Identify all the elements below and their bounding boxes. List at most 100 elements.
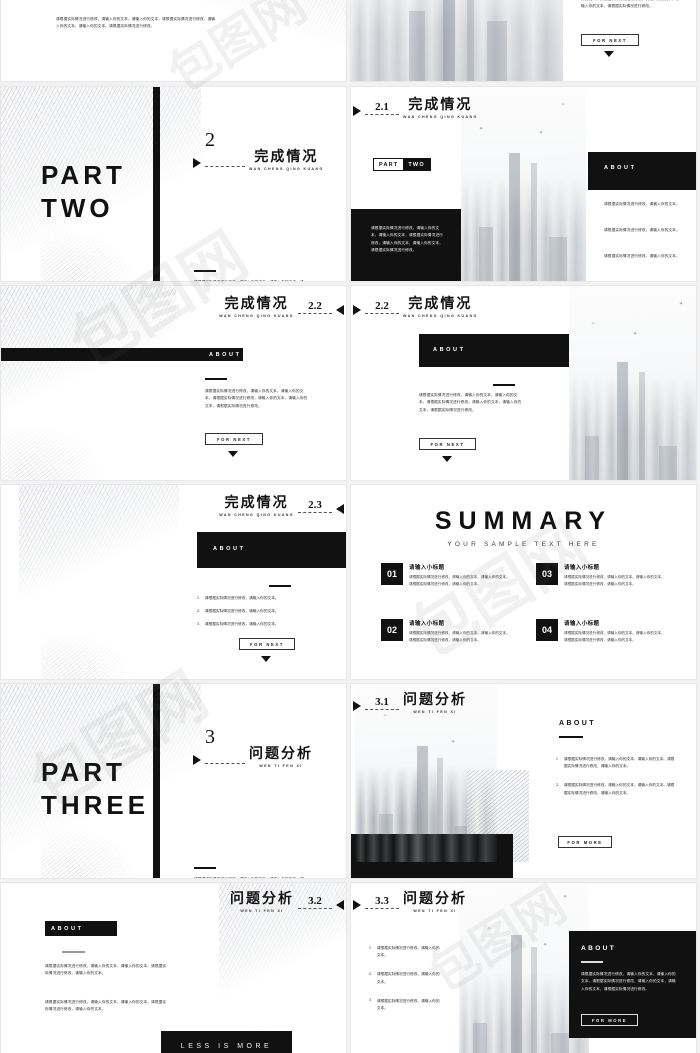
play-triangle-icon (193, 158, 201, 169)
slide-header: 3.3 问题分析 WEN TI FEN XI (353, 891, 467, 913)
dashed-rule (298, 313, 332, 315)
list-item: 3. 请根据实际情况进行修改，请输入你的文本。 (197, 621, 327, 628)
dashed-rule (298, 908, 332, 910)
play-triangle-icon (353, 701, 361, 712)
building-texture-2 (41, 575, 191, 679)
list-text: 请根据实际情况进行修改，请输入你的文本。 (376, 972, 440, 984)
slide-thumbnail[interactable]: PART THREE 3 问题分析 WEN TI FEN XI 请根据实际情况进… (0, 683, 347, 879)
about-header-bar (1, 348, 243, 361)
slide-thumbnail[interactable]: ✧ ✦ ✦ 2.1 完成情况 WAN CHENG QING KUANG PART… (350, 86, 697, 282)
accent-rule (581, 961, 603, 963)
dashed-rule (365, 908, 399, 910)
numbered-list: 1. 请根据实际情况进行修改，请输入你的文本。 2. 请根据实际情况进行修改，请输入… (369, 945, 441, 1018)
header-title-pinyin: WAN CHENG QING KUANG (403, 115, 478, 120)
list-text: 请根据实际情况进行修改，请输入你的文本，请输入你的文本。请根据实际情况进行修改，… (563, 783, 675, 795)
slide-thumbnail[interactable]: 你的文本。请根据实际情况进行修改，请输入你的文本。请输入你的文本，请根据实际情况… (350, 0, 697, 82)
paragraph-2: 请根据实际情况进行修改，请输入你的文本。请输入你的文本，请根据实际情况进行修改，… (56, 17, 216, 29)
header-title-pinyin: WEN TI FEN XI (413, 710, 457, 715)
down-caret-icon (228, 451, 238, 457)
about-label: ABOUT (213, 546, 246, 552)
building-texture-2 (1, 356, 176, 480)
slide-header: 2.2 完成情况 WAN CHENG QING KUANG (353, 296, 478, 318)
accent-rule (205, 378, 227, 380)
slide-thumbnail[interactable]: ✧ ✦ 3.1 问题分析 WEN TI FEN XI ABOUT 1. 请根据实际… (350, 683, 697, 879)
slide-thumbnail[interactable]: 完成情况 WAN CHENG QING KUANG 2.3 ABOUT 1. 请根… (0, 484, 347, 680)
summary-subtitle: YOUR SAMPLE TEXT HERE (447, 541, 600, 548)
part-title-line2: TWO (41, 192, 114, 223)
dark-panel-text: 请根据实际情况进行修改，请输入你的文本，请输入你的文本，请根据实际情况进行修改，… (371, 226, 443, 253)
about-label: ABOUT (604, 165, 637, 171)
summary-card-heading: 请输入小标题 (564, 621, 600, 627)
list-number: 3. (197, 621, 200, 626)
summary-card-heading: 请输入小标题 (564, 565, 600, 571)
part-tag-a: PART (379, 161, 399, 168)
summary-card-number: 04 (536, 619, 558, 641)
list-number: 2. (556, 782, 559, 787)
slide-header: 问题分析 WEN TI FEN XI (193, 746, 313, 768)
play-triangle-icon (336, 504, 344, 515)
slide-thumbnail[interactable]: PART TWO 2 完成情况 WAN CHENG QING KUANG 请根据… (0, 86, 347, 282)
summary-card[interactable]: 04 请输入小标题 请根据实际情况进行修改，请输入你的文本。请输入你的文本。请根… (536, 619, 666, 644)
part-tag: PART TWO (373, 158, 431, 171)
list-item: 2. 请根据实际情况进行修改，请输入你的文本，请输入你的文本。请根据实际情况进行修… (556, 782, 678, 796)
list-number: 1. (369, 945, 372, 950)
for-next-button[interactable]: FOR NEXT (581, 34, 639, 46)
summary-card-heading: 请输入小标题 (409, 565, 445, 571)
header-number: 2.3 (308, 499, 322, 512)
city-photo: ✦ ✦ ✧ (569, 286, 696, 480)
for-more-button[interactable]: FOR MORE (581, 1014, 638, 1026)
slide-header: 问题分析 WEN TI FEN XI 3.2 (230, 891, 344, 913)
list-text: 请根据实际情况进行修改，请输入你的文本。 (204, 596, 279, 600)
header-title-cn: 完成情况 (224, 495, 289, 511)
list-number: 1. (197, 595, 200, 600)
down-caret-icon (442, 456, 452, 462)
about-item-1: 请根据实际情况进行修改，请输入你的文本。 (604, 202, 680, 206)
header-title-pinyin: WEN TI FEN XI (259, 764, 303, 769)
slide-thumbnail[interactable]: 入你的文本。请根据实际情况进行修改。 请根据实际情况进行修改，请输入你的文本。请… (0, 0, 347, 82)
header-number: 3.3 (375, 895, 389, 908)
part-number-title: PART THREE (41, 756, 149, 821)
header-number: 3.2 (308, 895, 322, 908)
slide-thumbnail[interactable]: SUMMARY YOUR SAMPLE TEXT HERE 01 请输入小标题 … (350, 484, 697, 680)
header-title-pinyin: WAN CHENG QING KUANG (219, 513, 294, 518)
summary-card-number: 02 (381, 619, 403, 641)
summary-card[interactable]: 03 请输入小标题 请根据实际情况进行修改，请输入你的文本。请输入你的文本。请根… (536, 563, 666, 588)
about-item-3: 请根据实际情况进行修改，请输入你的文本。 (604, 254, 680, 258)
play-triangle-icon (353, 106, 361, 117)
dashed-rule (205, 763, 245, 765)
building-texture (189, 0, 346, 81)
header-title-cn: 完成情况 (254, 149, 319, 165)
slide-thumbnail[interactable]: ✦ ✦ ✧ 2.2 完成情况 WAN CHENG QING KUANG ABOU… (350, 285, 697, 481)
header-title-cn: 完成情况 (224, 296, 289, 312)
list-item: 1. 请根据实际情况进行修改，请输入你的文本。 (369, 945, 441, 959)
summary-card[interactable]: 02 请输入小标题 请根据实际情况进行修改，请输入你的文本。请输入你的文本。请根… (381, 619, 511, 644)
list-number: 3. (369, 998, 372, 1003)
header-title-pinyin: WAN CHENG QING KUANG (249, 167, 324, 172)
slide-thumbnail-grid: 入你的文本。请根据实际情况进行修改。 请根据实际情况进行修改，请输入你的文本。请… (0, 0, 700, 1053)
play-triangle-icon (336, 305, 344, 316)
for-next-button[interactable]: FOR NEXT (419, 438, 476, 450)
slide-thumbnail[interactable]: 完成情况 WAN CHENG QING KUANG 2.2 ABOUT 请根据实… (0, 285, 347, 481)
slide-header: 2.1 完成情况 WAN CHENG QING KUANG (353, 97, 478, 119)
for-next-button[interactable]: FOR NEXT (205, 433, 263, 445)
for-next-button[interactable]: FOR NEXT (239, 638, 295, 650)
slide-thumbnail[interactable]: ✦ ✧ ✦ 3.3 问题分析 WEN TI FEN XI 1. 请根据实际情况进行… (350, 882, 697, 1053)
part-title-line2: THREE (41, 789, 150, 820)
dashed-rule (365, 114, 399, 116)
about-label: ABOUT (433, 347, 466, 353)
section-body-text: 请根据实际情况进行修改，请输入你的文本，请输入你的文本，请根据实际情况进行修改，… (194, 280, 304, 282)
list-item: 1. 请根据实际情况进行修改，请输入你的文本，请输入你的文本。请根据实际情况进行修… (556, 756, 678, 770)
play-triangle-icon (336, 900, 344, 911)
play-triangle-icon (193, 755, 201, 766)
accent-rule (194, 270, 216, 272)
body-text: 请根据实际情况进行修改，请输入你的文本，请输入你的文本，请根据实际情况进行修改，… (419, 393, 522, 412)
city-photo: ✧ ✦ ✦ (461, 87, 586, 281)
list-text: 请根据实际情况进行修改，请输入你的文本，请输入你的文本。请根据实际情况进行修改，… (563, 757, 675, 769)
slide-header: 完成情况 WAN CHENG QING KUANG 2.2 (219, 296, 344, 318)
summary-card-heading: 请输入小标题 (409, 621, 445, 627)
for-more-button[interactable]: FOR MORE (558, 836, 612, 848)
slide-header: 3.1 问题分析 WEN TI FEN XI (353, 692, 467, 714)
summary-card[interactable]: 01 请输入小标题 请根据实际情况进行修改，请输入你的文本。请输入你的文本。请根… (381, 563, 511, 588)
header-title-cn: 问题分析 (403, 692, 467, 708)
slide-thumbnail[interactable]: 问题分析 WEN TI FEN XI 3.2 ABOUT 请根据实际情况进行修改… (0, 882, 347, 1053)
